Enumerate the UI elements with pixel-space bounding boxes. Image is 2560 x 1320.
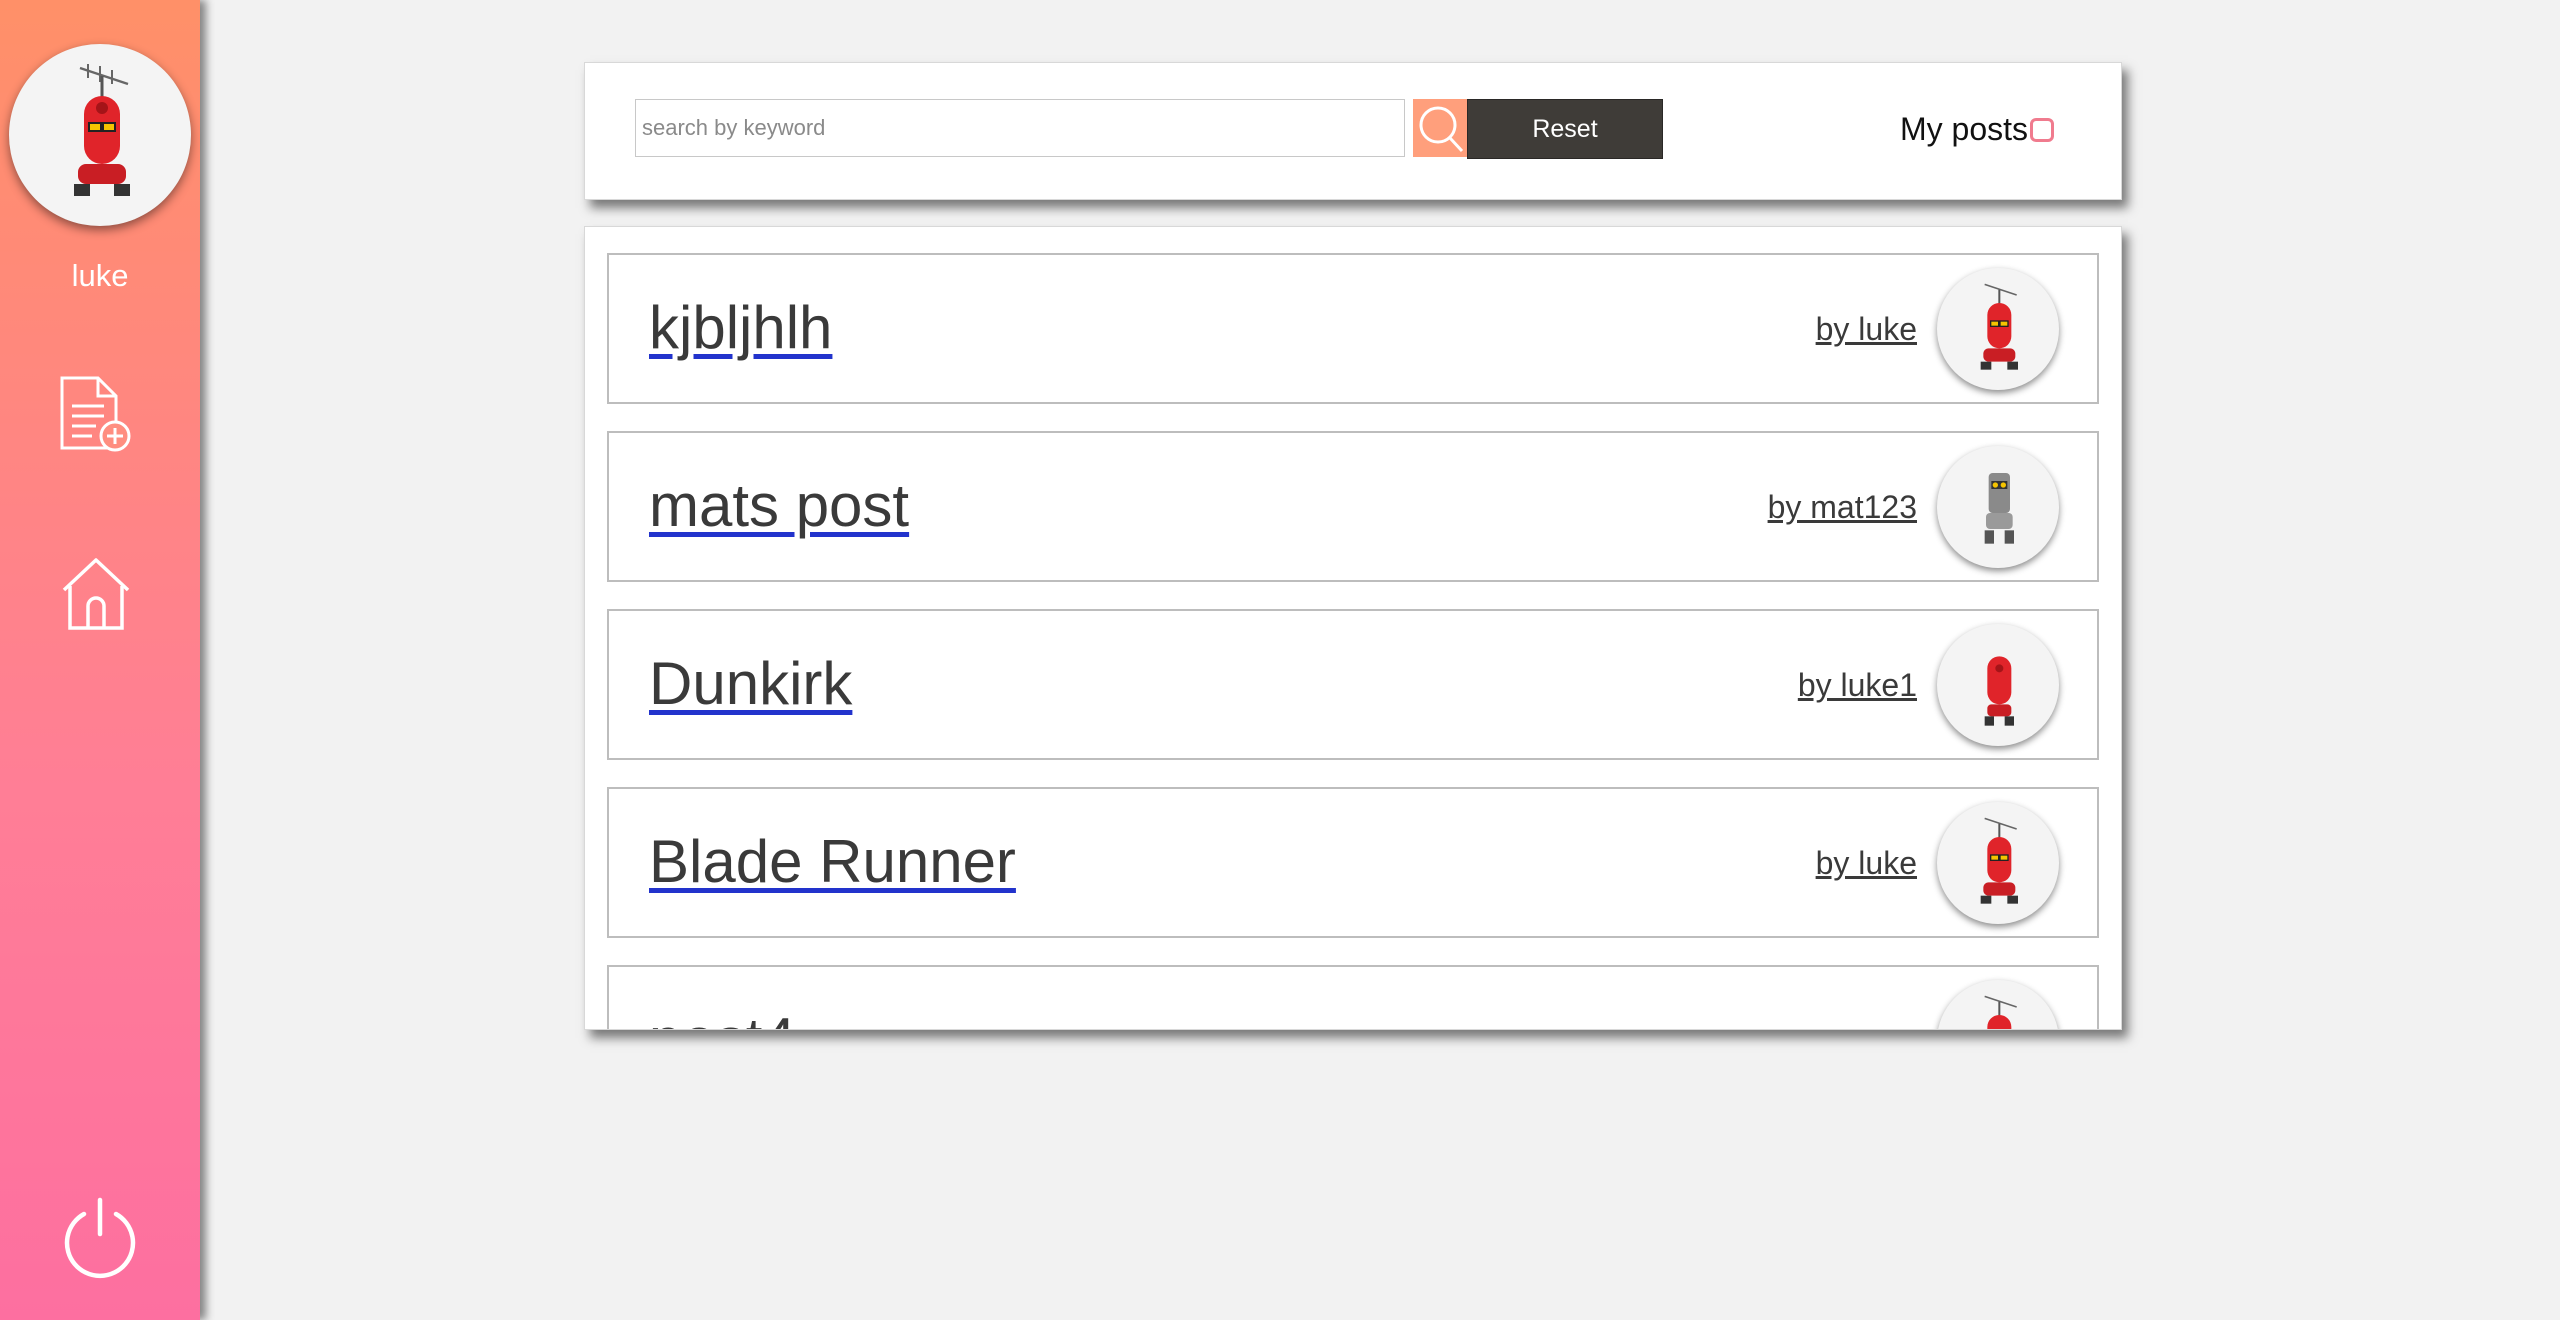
post-list: kjbljhlh by luke mats post by mat123 Dun… (607, 253, 2099, 1029)
post-title-link[interactable]: Dunkirk (649, 649, 852, 718)
post-author-link[interactable]: by luke (1816, 311, 1917, 348)
search-icon (1419, 106, 1464, 153)
posts-panel[interactable]: kjbljhlh by luke mats post by mat123 Dun… (584, 226, 2122, 1030)
post-card[interactable]: Blade Runner by luke (607, 787, 2099, 938)
sidebar-username: luke (71, 258, 129, 293)
profile-avatar[interactable] (9, 44, 191, 226)
post-card[interactable]: post4 (607, 965, 2099, 1029)
home-icon[interactable] (58, 556, 134, 632)
new-post-icon[interactable] (58, 376, 134, 454)
post-title-link[interactable]: kjbljhlh (649, 293, 832, 362)
search-panel: Reset My posts (584, 62, 2122, 200)
search-input[interactable] (635, 99, 1405, 157)
post-author-link[interactable]: by mat123 (1768, 489, 1917, 526)
post-title-link[interactable]: Blade Runner (649, 827, 1016, 896)
post-title-link[interactable]: mats post (649, 471, 909, 540)
post-card[interactable]: kjbljhlh by luke (607, 253, 2099, 404)
my-posts-checkbox[interactable] (2030, 117, 2055, 142)
red-robot-avatar-icon (1980, 817, 2018, 904)
author-avatar[interactable] (1937, 446, 2059, 568)
sidebar: luke (0, 0, 200, 1320)
post-card[interactable]: Dunkirk by luke1 (607, 609, 2099, 760)
red-robot-avatar-icon (74, 64, 130, 196)
red-robot-avatar-icon (1984, 995, 2017, 1029)
author-avatar[interactable] (1937, 624, 2059, 746)
author-avatar[interactable] (1937, 268, 2059, 390)
author-avatar[interactable] (1937, 980, 2059, 1029)
my-posts-filter[interactable]: My posts (1900, 111, 2055, 148)
red-robot-avatar-icon (1980, 283, 2018, 370)
author-avatar[interactable] (1937, 802, 2059, 924)
red-robot-avatar-icon (1984, 656, 2014, 726)
post-title-link[interactable]: post4 (649, 1005, 796, 1029)
post-author-link[interactable]: by luke1 (1798, 667, 1917, 704)
search-button[interactable] (1413, 99, 1467, 157)
power-icon[interactable] (60, 1196, 140, 1280)
post-card[interactable]: mats post by mat123 (607, 431, 2099, 582)
reset-button[interactable]: Reset (1467, 99, 1663, 159)
post-author-link[interactable]: by luke (1816, 845, 1917, 882)
grey-robot-avatar-icon (1984, 473, 2014, 544)
my-posts-label: My posts (1900, 111, 2029, 147)
